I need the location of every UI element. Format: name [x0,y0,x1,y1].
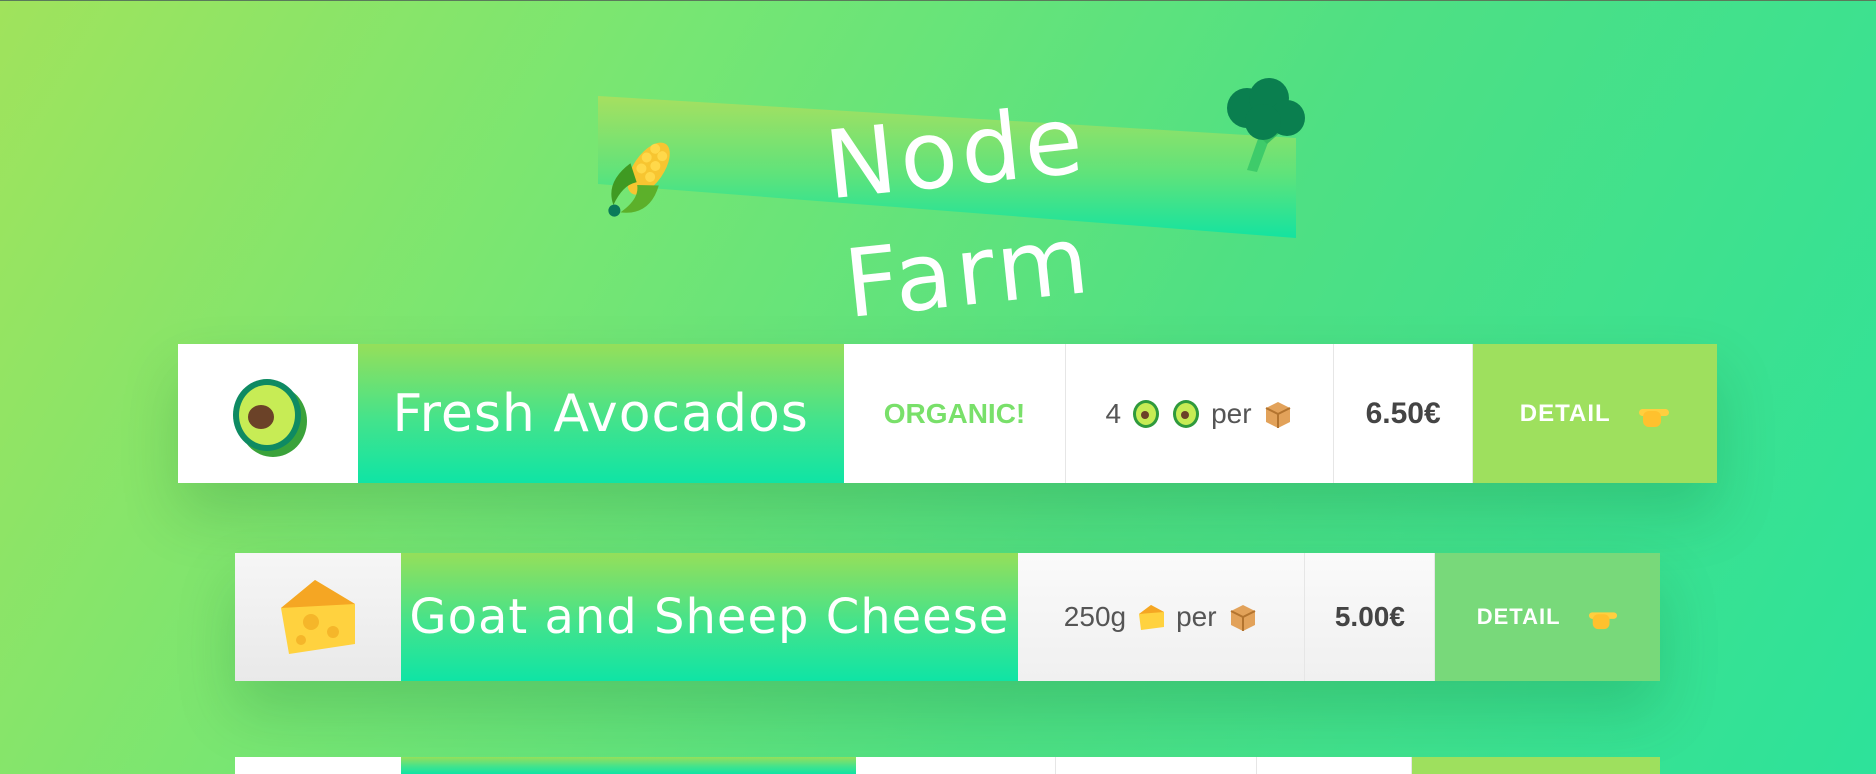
site-header: Node Farm [598,78,1305,340]
detail-label[interactable]: DETAIL [1520,400,1611,428]
avocado-icon [232,378,307,457]
product-name: Fresh Avocados [357,344,844,483]
cheese-icon [280,580,355,654]
product-card [235,757,1660,774]
per-label: per [1176,601,1217,632]
product-price [1256,757,1412,774]
product-card: Goat and Sheep Cheese 250g per 5.00€ DET… [235,553,1660,681]
avocado-icon [1133,399,1160,428]
product-card: Fresh Avocados ORGANIC! 4 per 6.50€ DETA… [178,344,1718,483]
organic-badge: ORGANIC! [843,344,1067,483]
detail-button[interactable] [1411,757,1660,774]
pointing-hand-icon [1588,612,1617,630]
product-badge [855,757,1057,774]
product-quantity: 250g per [1017,553,1306,681]
avocado-icon [1173,399,1200,428]
product-image [235,553,401,681]
product-name [400,757,856,774]
detail-button[interactable]: DETAIL [1435,553,1660,681]
box-icon [1265,401,1290,428]
product-quantity: 4 per [1066,344,1334,483]
detail-button[interactable]: DETAIL [1473,344,1718,483]
product-name: Goat and Sheep Cheese [400,553,1018,681]
cheese-icon [1139,605,1165,630]
product-price: 5.00€ [1305,553,1436,681]
pointing-hand-icon [1638,408,1669,427]
box-icon [1230,605,1256,631]
product-image [235,757,401,774]
detail-label[interactable]: DETAIL [1477,604,1561,630]
quantity-value: 250g [1063,601,1127,632]
product-price: 6.50€ [1333,344,1474,483]
product-image [178,344,358,483]
product-quantity [1056,757,1257,774]
broccoli-icon [1227,78,1305,172]
per-label: per [1211,397,1252,429]
corn-icon [608,142,670,217]
top-border [0,0,1876,1]
quantity-value: 4 [1105,397,1122,429]
